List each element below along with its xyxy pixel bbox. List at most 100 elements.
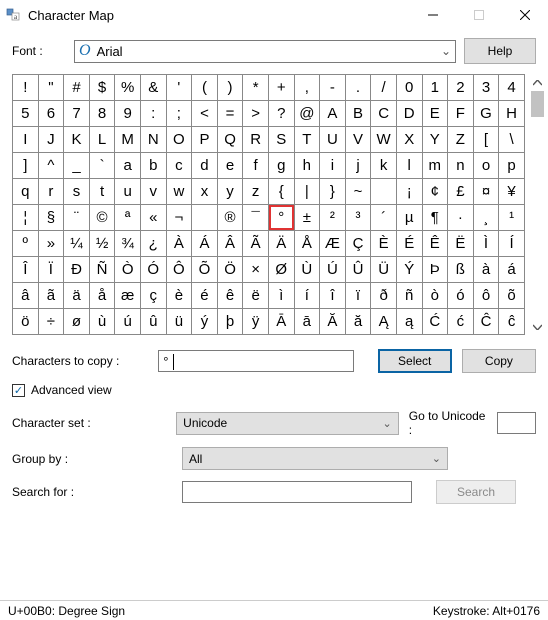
char-cell[interactable]: ; xyxy=(167,101,192,126)
char-cell[interactable]: ì xyxy=(269,283,294,308)
char-cell[interactable]: N xyxy=(141,127,166,152)
char-cell[interactable]: ø xyxy=(64,309,89,334)
char-cell[interactable]: ² xyxy=(320,205,345,230)
char-cell[interactable]: ¼ xyxy=(64,231,89,256)
char-cell[interactable]: Á xyxy=(192,231,217,256)
char-cell[interactable]: ß xyxy=(448,257,473,282)
char-cell[interactable]: Ê xyxy=(423,231,448,256)
char-cell[interactable]: § xyxy=(39,205,64,230)
char-cell[interactable]: Ð xyxy=(64,257,89,282)
charset-dropdown[interactable]: Unicode ⌄ xyxy=(176,412,399,435)
char-cell[interactable]: þ xyxy=(218,309,243,334)
char-cell[interactable]: T xyxy=(295,127,320,152)
char-cell[interactable]: Ì xyxy=(474,231,499,256)
char-cell[interactable]: « xyxy=(141,205,166,230)
char-cell[interactable]: × xyxy=(243,257,268,282)
char-cell[interactable]: ( xyxy=(192,75,217,100)
char-cell[interactable]: ¤ xyxy=(474,179,499,204)
char-cell[interactable]: ĉ xyxy=(499,309,524,334)
char-cell[interactable]: ã xyxy=(39,283,64,308)
char-cell[interactable]: ¹ xyxy=(499,205,524,230)
char-cell[interactable]: Y xyxy=(423,127,448,152)
char-cell[interactable]: $ xyxy=(90,75,115,100)
char-cell[interactable]: p xyxy=(499,153,524,178)
char-cell[interactable]: = xyxy=(218,101,243,126)
char-cell[interactable]: â xyxy=(13,283,38,308)
char-cell[interactable]: _ xyxy=(64,153,89,178)
char-cell[interactable]: R xyxy=(243,127,268,152)
char-cell[interactable]: æ xyxy=(115,283,140,308)
goto-unicode-input[interactable] xyxy=(497,412,536,434)
char-cell[interactable]: { xyxy=(269,179,294,204)
char-cell[interactable]: V xyxy=(346,127,371,152)
char-cell[interactable]: ú xyxy=(115,309,140,334)
char-cell[interactable]: û xyxy=(141,309,166,334)
char-cell[interactable]: ® xyxy=(218,205,243,230)
char-cell[interactable]: Î xyxy=(13,257,38,282)
char-cell[interactable]: / xyxy=(371,75,396,100)
scroll-thumb[interactable] xyxy=(531,91,544,117)
char-cell[interactable]: Ó xyxy=(141,257,166,282)
char-cell[interactable]: ^ xyxy=(39,153,64,178)
char-cell[interactable]: Õ xyxy=(192,257,217,282)
char-cell[interactable]: · xyxy=(448,205,473,230)
char-cell[interactable]: d xyxy=(192,153,217,178)
char-cell[interactable]: Ë xyxy=(448,231,473,256)
char-cell[interactable]: ± xyxy=(295,205,320,230)
char-cell[interactable]: @ xyxy=(295,101,320,126)
char-cell[interactable]: P xyxy=(192,127,217,152)
char-cell[interactable]: ¿ xyxy=(141,231,166,256)
char-cell[interactable]: 2 xyxy=(448,75,473,100)
char-cell[interactable]: t xyxy=(90,179,115,204)
char-cell[interactable]: 0 xyxy=(397,75,422,100)
char-cell[interactable]: f xyxy=(243,153,268,178)
char-cell[interactable]: ¬ xyxy=(167,205,192,230)
char-cell[interactable]: S xyxy=(269,127,294,152)
char-cell[interactable]: à xyxy=(474,257,499,282)
char-cell[interactable]: ð xyxy=(371,283,396,308)
char-cell[interactable]: ` xyxy=(90,153,115,178)
char-cell[interactable]: v xyxy=(141,179,166,204)
char-cell[interactable]: | xyxy=(295,179,320,204)
char-cell[interactable]: ­ xyxy=(192,205,217,230)
char-cell[interactable]: î xyxy=(320,283,345,308)
char-cell[interactable]: ï xyxy=(346,283,371,308)
char-cell[interactable]: ä xyxy=(64,283,89,308)
char-cell[interactable]: í xyxy=(295,283,320,308)
char-cell[interactable]: ć xyxy=(448,309,473,334)
char-cell[interactable]: Ã xyxy=(243,231,268,256)
char-cell[interactable]: Z xyxy=(448,127,473,152)
char-cell[interactable]: ´ xyxy=(371,205,396,230)
char-cell[interactable]: £ xyxy=(448,179,473,204)
char-cell[interactable]: ¸ xyxy=(474,205,499,230)
char-cell[interactable]: ù xyxy=(90,309,115,334)
char-cell[interactable]: E xyxy=(423,101,448,126)
search-input[interactable] xyxy=(182,481,412,503)
char-cell[interactable]: Ö xyxy=(218,257,243,282)
char-cell[interactable]: ò xyxy=(423,283,448,308)
char-cell[interactable]: Ă xyxy=(320,309,345,334)
copy-button[interactable]: Copy xyxy=(462,349,536,373)
char-cell[interactable]: C xyxy=(371,101,396,126)
char-cell[interactable]: m xyxy=(423,153,448,178)
char-cell[interactable]: Û xyxy=(346,257,371,282)
char-cell[interactable]: 4 xyxy=(499,75,524,100)
char-cell[interactable]: + xyxy=(269,75,294,100)
char-cell[interactable]: c xyxy=(167,153,192,178)
char-cell[interactable]: ą xyxy=(397,309,422,334)
char-cell[interactable]: } xyxy=(320,179,345,204)
help-button[interactable]: Help xyxy=(464,38,536,64)
char-cell[interactable]: i xyxy=(320,153,345,178)
char-cell[interactable]: u xyxy=(115,179,140,204)
char-cell[interactable]: ¶ xyxy=(423,205,448,230)
char-cell[interactable]: É xyxy=(397,231,422,256)
char-cell[interactable]: : xyxy=(141,101,166,126)
scroll-track[interactable] xyxy=(529,91,546,318)
char-cell[interactable]: ÿ xyxy=(243,309,268,334)
char-cell[interactable]: È xyxy=(371,231,396,256)
char-cell[interactable]: Ï xyxy=(39,257,64,282)
char-cell[interactable]: # xyxy=(64,75,89,100)
char-cell[interactable]: ½ xyxy=(90,231,115,256)
char-cell[interactable]: x xyxy=(192,179,217,204)
char-cell[interactable]: ¯ xyxy=(243,205,268,230)
